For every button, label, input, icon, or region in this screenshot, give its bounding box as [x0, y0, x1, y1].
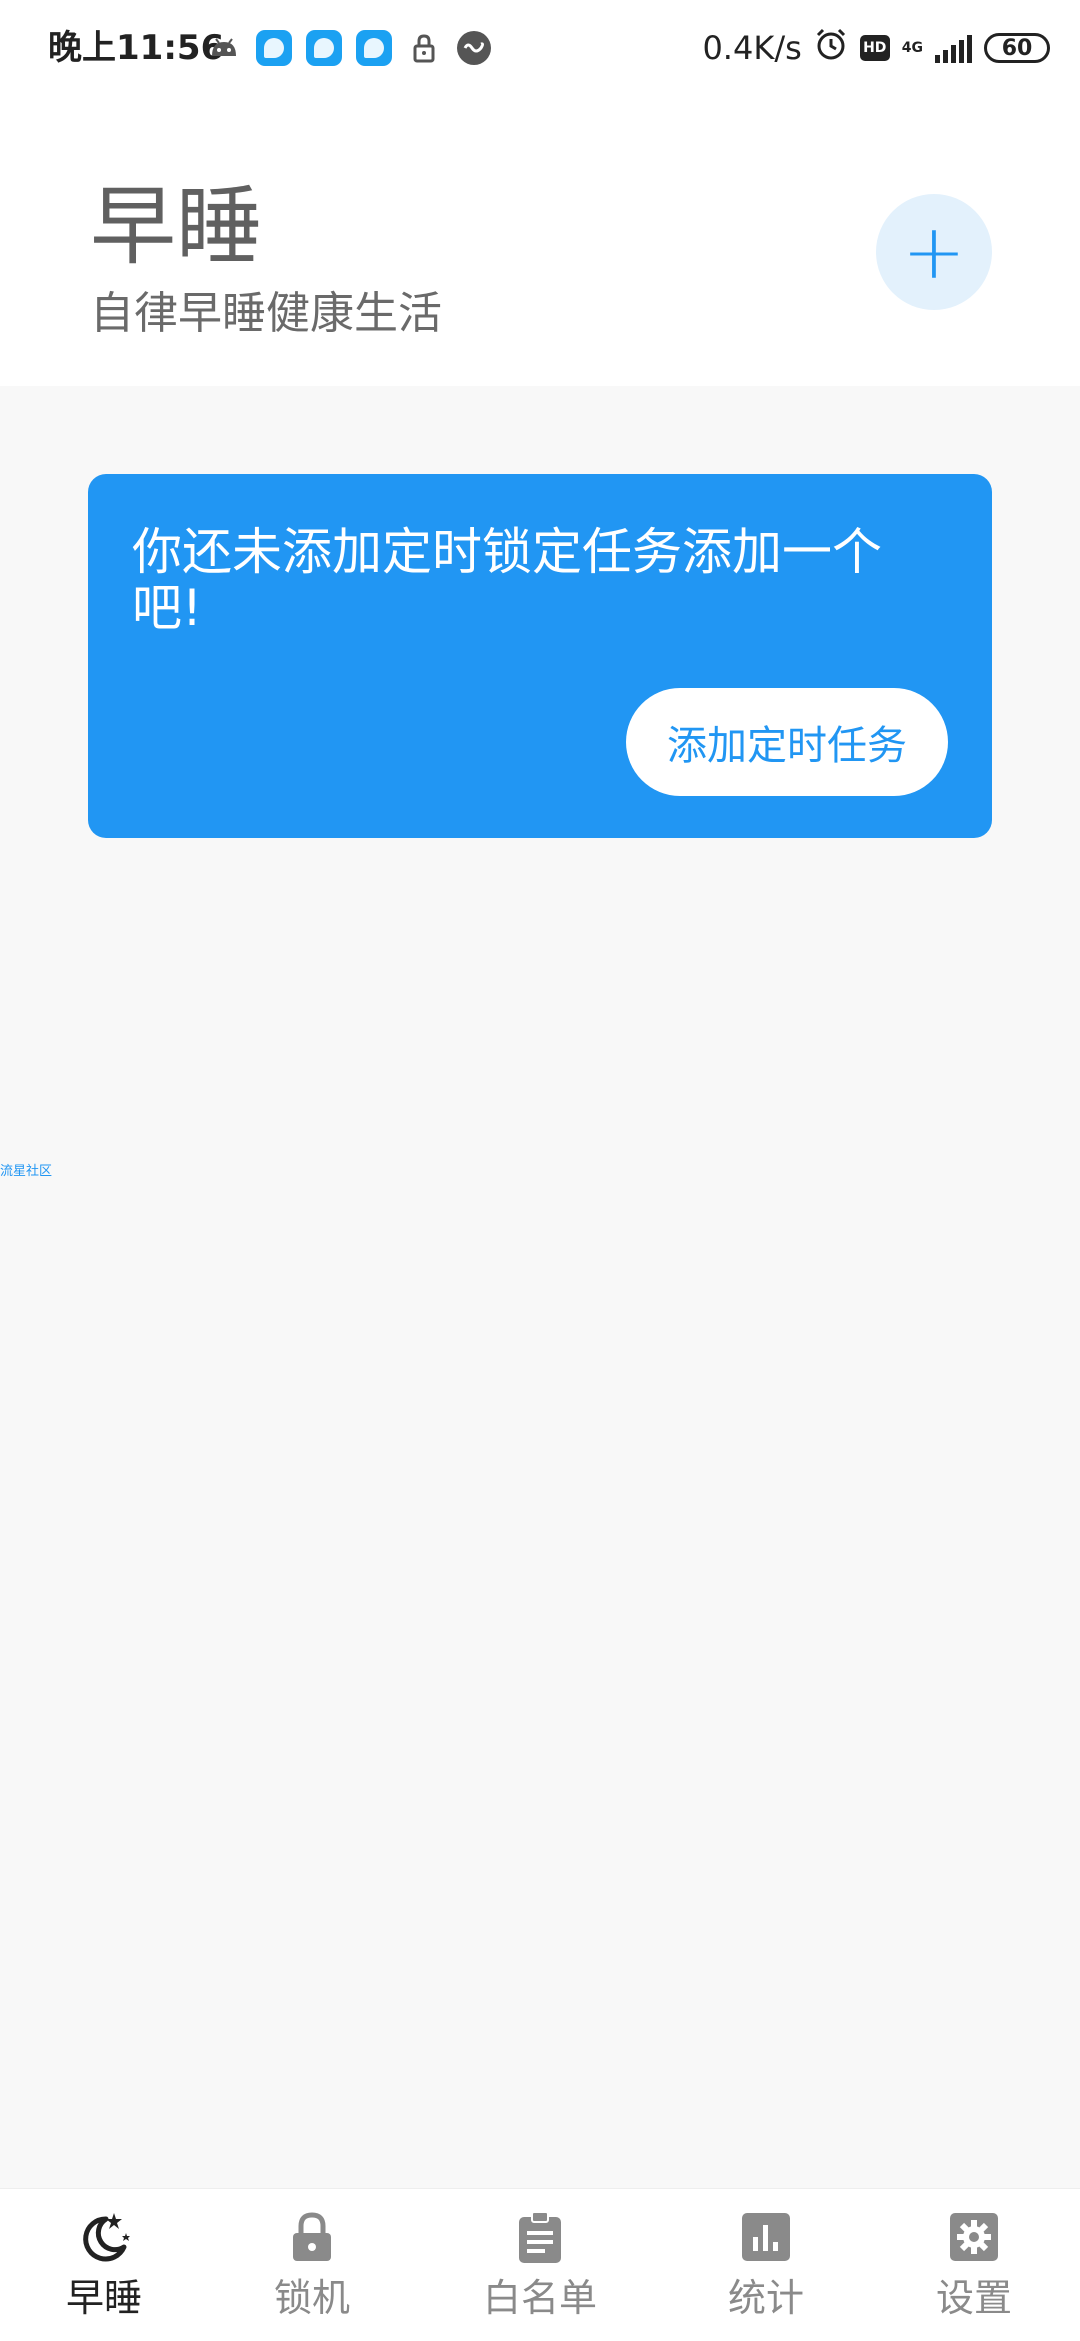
- signal-icon: [935, 33, 972, 63]
- notification-icons: [206, 28, 492, 68]
- clipboard-icon: [512, 2209, 568, 2265]
- alarm-icon: [814, 27, 848, 69]
- android-icon: [206, 30, 242, 66]
- app-notification-icon: [306, 30, 342, 66]
- network-type: 4G: [901, 40, 923, 56]
- page-header: 早睡 自律早睡健康生活 +: [0, 96, 1080, 386]
- nav-item-sleep[interactable]: 早睡: [34, 2209, 174, 2333]
- infinity-app-icon: [456, 30, 492, 66]
- app-notification-icon: [256, 30, 292, 66]
- gear-icon: [946, 2209, 1002, 2265]
- bottom-navigation: 早睡 锁机 白名单 统计 设置: [0, 2188, 1080, 2341]
- nav-label: 锁机: [273, 2276, 350, 2320]
- status-time: 晚上11:56: [48, 28, 225, 68]
- watermark-text: 流星社区: [0, 1164, 53, 1179]
- nav-label: 统计: [727, 2276, 804, 2320]
- empty-state-message: 你还未添加定时锁定任务添加一个吧!: [132, 523, 882, 637]
- app-notification-icon: [356, 30, 392, 66]
- bar-chart-icon: [738, 2209, 794, 2265]
- nav-label: 早睡: [65, 2276, 142, 2320]
- nav-item-settings[interactable]: 设置: [904, 2209, 1044, 2333]
- lock-icon: [284, 2209, 340, 2265]
- empty-state-card: 你还未添加定时锁定任务添加一个吧! 添加定时任务: [88, 474, 992, 838]
- status-right: 0.4K/s HD 4G 60: [702, 24, 1050, 72]
- status-bar: 晚上11:56 0.4K/s HD 4G 60: [0, 0, 1080, 96]
- nav-label: 设置: [935, 2276, 1012, 2320]
- hd-badge: HD: [859, 35, 890, 61]
- page-title: 早睡: [90, 177, 262, 277]
- nav-item-stats[interactable]: 统计: [696, 2209, 836, 2333]
- page-subtitle: 自律早睡健康生活: [90, 288, 442, 339]
- nav-item-whitelist[interactable]: 白名单: [470, 2209, 610, 2333]
- nav-item-lock[interactable]: 锁机: [242, 2209, 382, 2333]
- lock-status-icon: [406, 30, 442, 66]
- battery-indicator: 60: [984, 33, 1050, 63]
- add-task-button[interactable]: +: [876, 194, 992, 310]
- plus-icon: +: [902, 207, 966, 296]
- moon-stars-icon: [76, 2209, 132, 2265]
- net-speed: 0.4K/s: [702, 29, 802, 67]
- add-scheduled-task-button[interactable]: 添加定时任务: [626, 688, 948, 796]
- nav-label: 白名单: [482, 2276, 597, 2320]
